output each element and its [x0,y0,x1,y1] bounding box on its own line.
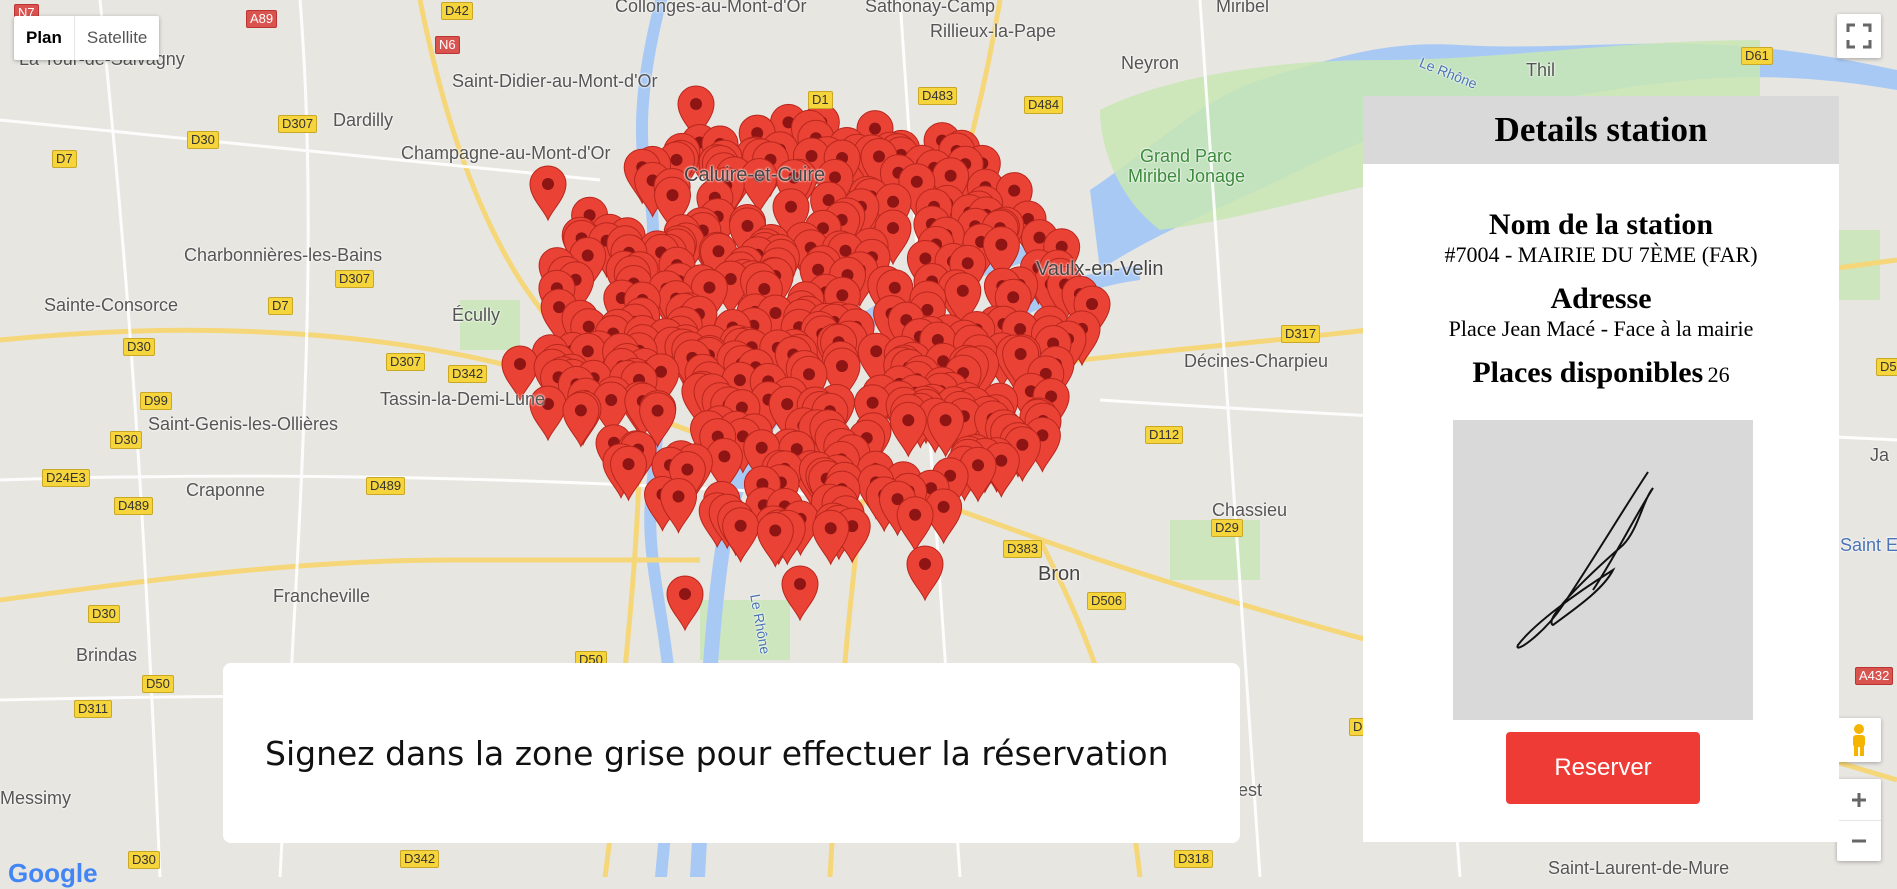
reserve-button[interactable]: Reserver [1506,732,1700,804]
road-shield: D311 [74,700,113,718]
road-shield: D61 [1741,47,1773,65]
zoom-out-button[interactable] [1837,821,1881,861]
place-label: Ja [1870,445,1890,465]
panel-title: Details station [1363,96,1839,164]
place-label: Saint-Didier-au-Mont-d'Or [452,71,658,91]
instruction-box: Signez dans la zone grise pour effectuer… [223,663,1240,843]
place-label: Francheville [273,586,371,606]
road-shield: D489 [366,477,406,495]
road-shield: D506 [1087,592,1127,610]
road-shield: D50 [142,675,174,693]
road-shield: D307 [335,270,375,288]
road-shield: A432 [1855,667,1894,685]
pegman-icon [1853,724,1865,756]
road-shield: D30 [123,338,155,356]
place-label: Miribel Jonage [1128,166,1246,186]
road-shield: D29 [1211,519,1243,537]
map-type-control: Plan Satellite [14,16,160,60]
address-label: Adresse [1550,282,1652,315]
place-label: Miribel [1216,0,1270,16]
road-shield: D24E3 [42,469,90,487]
road-shield: D307 [386,353,426,371]
road-shield: A89 [246,10,278,28]
place-label: Tassin-la-Demi-Lune [380,389,546,409]
place-label: Chassieu [1212,500,1288,520]
google-logo: Google [8,858,98,888]
road-shield: D30 [88,605,120,623]
minus-icon [1852,839,1866,842]
street-view-button[interactable] [1837,718,1881,762]
road-shield: D317 [1281,325,1321,343]
place-label: Thil [1526,60,1556,80]
road-shield: D7 [268,297,293,315]
place-label: Décines-Charpieu [1184,351,1329,371]
place-label: Vaulx-en-Velin [1036,258,1164,280]
place-label: Écully [452,305,501,325]
road-shield: D30 [128,851,160,869]
place-label: Dardilly [333,110,394,130]
road-shield: D484 [1024,96,1064,114]
zoom-in-button[interactable] [1837,780,1881,821]
road-shield: D342 [400,850,440,868]
road-shield: D307 [278,115,318,133]
place-label: Bron [1038,563,1081,585]
fullscreen-icon [1846,23,1872,49]
place-label: est [1238,780,1263,800]
place-label: Sainte-Consorce [44,295,179,315]
station-details-panel: Details station Nom de la station #7004 … [1363,96,1839,842]
places-row: Places disponibles 26 [1363,356,1839,390]
place-label: Saint-Laurent-de-Mure [1548,858,1730,878]
road-shield: D1 [808,91,833,109]
place-label: Charbonnières-les-Bains [184,245,383,265]
station-name-value: #7004 - MAIRIE DU 7ÈME (FAR) [1444,242,1758,267]
instruction-text: Signez dans la zone grise pour effectuer… [265,733,1169,773]
road-shield: D99 [140,392,172,410]
map-type-satellite-button[interactable]: Satellite [75,16,159,60]
place-label: Sathonay-Camp [865,0,996,16]
signature-stroke [1516,471,1654,649]
road-shield: D489 [114,497,154,515]
address-value: Place Jean Macé - Face à la mairie [1448,316,1754,341]
places-value: 26 [1707,362,1730,387]
place-label: Saint-Genis-les-Ollières [148,414,339,434]
place-label: Brindas [76,645,138,665]
place-label: Champagne-au-Mont-d'Or [401,143,611,163]
road-shield: D42 [441,2,473,20]
zoom-control [1837,779,1881,861]
place-label: Craponne [186,480,266,500]
place-label: Rillieux-la-Pape [930,21,1057,41]
signature-pad[interactable] [1453,420,1753,720]
plus-icon [1852,792,1866,807]
road-shield: D483 [918,87,958,105]
map-type-plan-button[interactable]: Plan [14,16,75,60]
road-shield: D30 [110,431,142,449]
road-shield: N6 [435,36,460,54]
place-label: Grand Parc [1140,146,1233,166]
place-label: Neyron [1121,53,1180,73]
road-shield: D112 [1145,426,1184,444]
places-label: Places disponibles [1472,356,1704,389]
place-label: Messimy [0,788,71,808]
place-label: Collonges-au-Mont-d'Or [615,0,807,16]
road-shield: D30 [187,131,219,149]
place-label: Saint Exupéry [1840,535,1897,555]
road-shield: D318 [1174,850,1214,868]
fullscreen-button[interactable] [1837,14,1881,58]
road-shield: D342 [448,365,488,383]
station-name-label: Nom de la station [1488,208,1714,241]
road-shield: D7 [52,150,77,168]
road-shield: D383 [1003,540,1043,558]
place-label: Caluire-et-Cuire [684,164,826,186]
road-shield: D5 [1876,358,1897,376]
